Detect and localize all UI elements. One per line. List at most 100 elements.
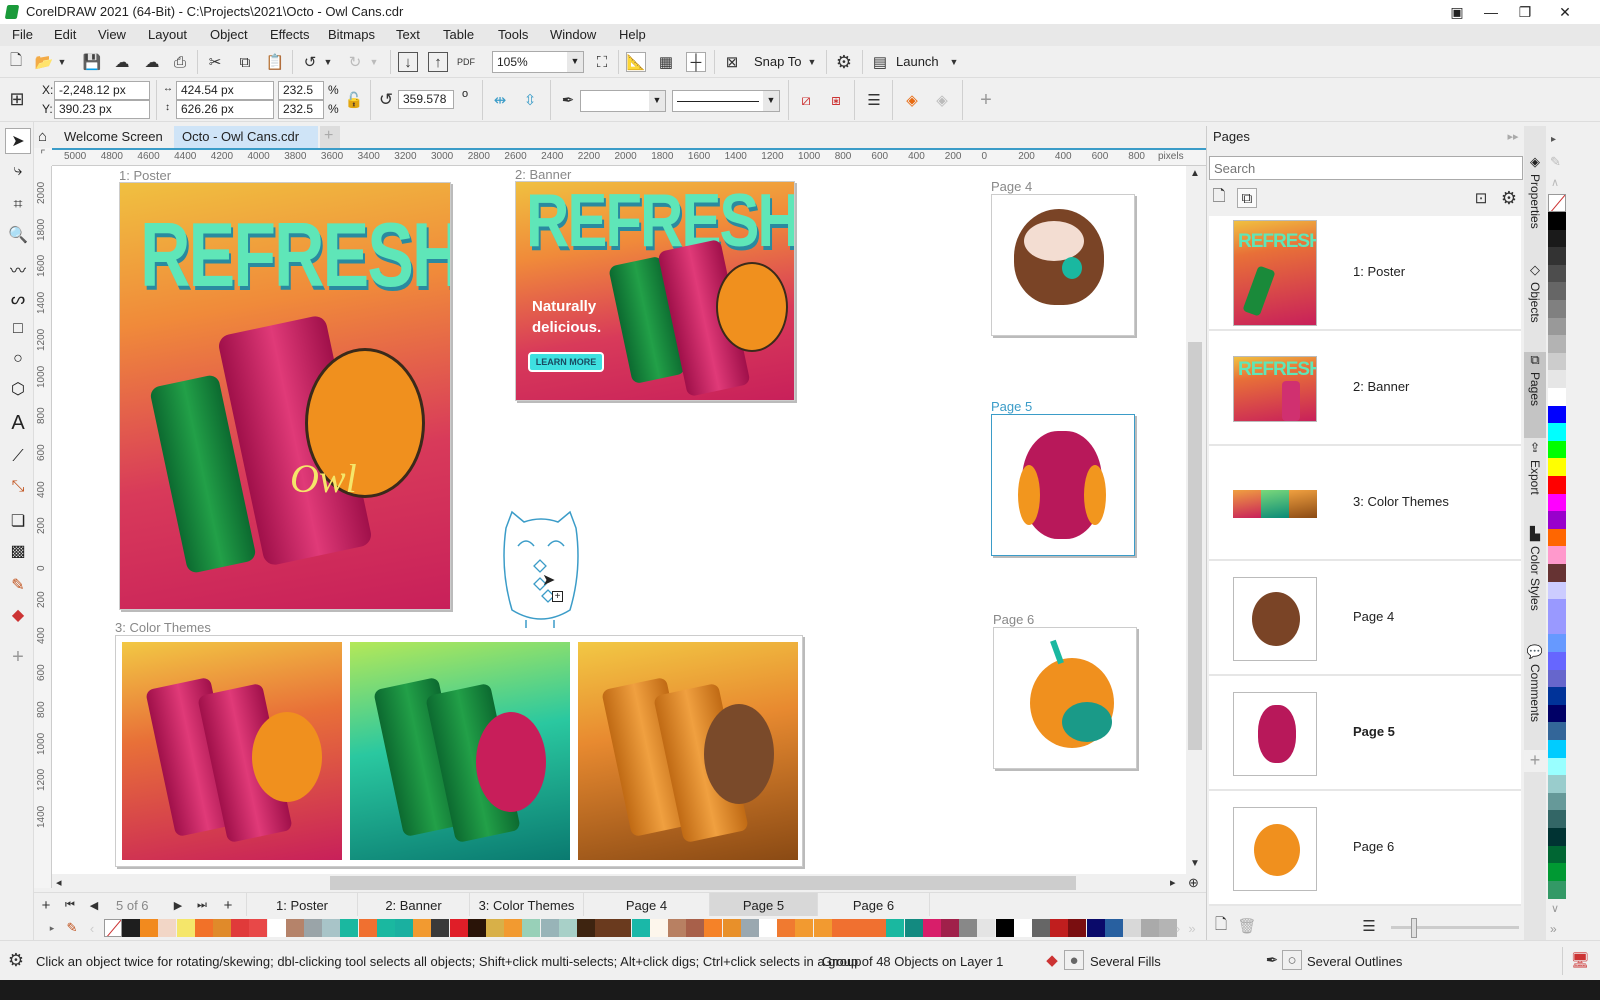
page-tab-page-4[interactable]: Page 4 — [584, 893, 710, 917]
color-swatch[interactable] — [1548, 388, 1566, 406]
color-swatch[interactable] — [631, 919, 650, 937]
color-swatch[interactable] — [140, 919, 159, 937]
color-swatch[interactable] — [886, 919, 905, 937]
color-swatch[interactable] — [1141, 919, 1160, 937]
rectangle-tool-icon[interactable]: □ — [5, 316, 31, 342]
color-swatch[interactable] — [1013, 919, 1032, 937]
palette-v-eyedropper-icon[interactable]: ✎ — [1550, 154, 1561, 170]
color-swatch[interactable] — [1548, 264, 1566, 283]
open-dropdown-icon[interactable]: ▼ — [56, 52, 68, 72]
save-icon[interactable]: 💾 — [82, 52, 102, 72]
color-swatch[interactable] — [1548, 440, 1566, 459]
menu-layout[interactable]: Layout — [148, 27, 187, 42]
palette-v-expand-icon[interactable]: ▸ — [1551, 134, 1556, 145]
freehand-tool-icon[interactable]: 〰 — [5, 256, 31, 282]
menu-effects[interactable]: Effects — [270, 27, 310, 42]
menu-table[interactable]: Table — [443, 27, 474, 42]
docker-add-page-icon[interactable]: 🗋 — [1211, 916, 1231, 936]
color-swatch[interactable] — [1548, 564, 1566, 582]
banner-learn-more-button[interactable]: LEARN MORE — [528, 352, 604, 372]
cut-icon[interactable]: ✂ — [205, 52, 225, 72]
line-style-select[interactable]: ▼ — [672, 90, 780, 112]
menu-file[interactable]: File — [12, 27, 33, 42]
scroll-down-icon[interactable]: ▼ — [1190, 858, 1200, 869]
text-wrap-icon[interactable]: ☰ — [864, 90, 884, 110]
snap-to-button[interactable]: Snap To — [754, 54, 801, 69]
page-4[interactable] — [991, 194, 1135, 336]
home-icon[interactable]: ⌂ — [34, 126, 56, 148]
pages-search-input[interactable] — [1209, 156, 1523, 180]
color-swatch[interactable] — [613, 919, 632, 937]
x-position-field[interactable]: -2,248.12 px — [54, 81, 150, 100]
docker-collapse-icon[interactable]: ▸▸ — [1503, 126, 1523, 146]
fill-swatch-icon[interactable]: ● — [1064, 950, 1084, 970]
page-layout-icon[interactable]: ⊡ — [1471, 188, 1491, 208]
color-swatch[interactable] — [467, 919, 486, 937]
outline-width-select[interactable]: ▼ — [580, 90, 666, 112]
color-swatch[interactable] — [941, 919, 959, 937]
horizontal-ruler[interactable]: 5000 4800 4600 4400 4200 4000 3800 3600 3400 3200… — [34, 148, 1206, 166]
color-swatch[interactable] — [831, 919, 850, 937]
color-swatch[interactable] — [1548, 511, 1566, 530]
show-guidelines-icon[interactable]: ┼ — [686, 52, 706, 72]
color-swatch[interactable] — [431, 919, 450, 937]
palette-more-icon[interactable]: » — [1182, 918, 1202, 938]
color-swatch[interactable] — [868, 919, 887, 937]
banner-page[interactable]: REFRESH Naturally delicious. LEARN MORE — [515, 181, 795, 401]
undo-dropdown-icon[interactable]: ▼ — [322, 52, 334, 72]
y-position-field[interactable]: 390.23 px — [54, 100, 150, 119]
color-swatch[interactable] — [1548, 880, 1566, 899]
side-tab-export[interactable]: ⇪ Export — [1524, 440, 1546, 530]
color-swatch[interactable] — [558, 919, 577, 937]
color-swatch[interactable] — [1548, 599, 1566, 618]
eyedropper-tool-icon[interactable]: ✎ — [5, 572, 31, 598]
last-page-icon[interactable]: ⏭ — [192, 895, 212, 915]
horizontal-scroll-thumb[interactable] — [330, 876, 1076, 890]
print-icon[interactable]: ⎙ — [170, 52, 190, 72]
width-field[interactable]: 424.54 px — [176, 81, 274, 100]
export-icon[interactable]: ↑ — [428, 52, 448, 72]
lock-ratio-icon[interactable]: 🔓 — [344, 90, 364, 110]
scroll-left-icon[interactable]: ◂ — [56, 876, 62, 889]
color-swatch[interactable] — [1548, 493, 1566, 512]
shape-tool-icon[interactable]: ⤷ — [5, 158, 31, 184]
palette-scroll-left-icon[interactable]: ‹ — [82, 918, 102, 938]
color-swatch[interactable] — [1548, 669, 1566, 688]
menu-window[interactable]: Window — [550, 27, 596, 42]
color-swatch[interactable] — [1548, 810, 1566, 829]
color-swatch[interactable] — [577, 919, 595, 937]
menu-text[interactable]: Text — [396, 27, 420, 42]
color-swatch[interactable] — [1548, 845, 1566, 864]
line-style-dropdown-icon[interactable]: ▼ — [763, 91, 779, 111]
color-swatch[interactable] — [1548, 300, 1566, 318]
palette-v-more-icon[interactable]: » — [1550, 922, 1557, 936]
launch-app-icon[interactable]: ▤ — [870, 52, 890, 72]
color-swatch[interactable] — [904, 919, 923, 937]
color-swatch[interactable] — [686, 919, 705, 937]
pick-tool-icon[interactable]: ➤ — [5, 128, 31, 154]
color-swatch[interactable] — [1548, 775, 1566, 794]
color-swatch[interactable] — [1548, 792, 1566, 811]
page-5[interactable] — [991, 414, 1135, 556]
undo-icon[interactable]: ↺ — [300, 52, 320, 72]
transparency-tool-icon[interactable]: ▩ — [5, 538, 31, 564]
snap-off-icon[interactable]: ⊠ — [722, 52, 742, 72]
color-swatch[interactable] — [285, 919, 304, 937]
color-swatch[interactable] — [1548, 352, 1566, 371]
color-swatch[interactable] — [213, 919, 231, 937]
ellipse-tool-icon[interactable]: ○ — [5, 346, 31, 372]
page-row-page-5[interactable]: Page 5 — [1209, 676, 1521, 791]
paste-icon[interactable]: 📋 — [265, 52, 285, 72]
color-swatch[interactable] — [668, 919, 686, 937]
outline-pen-status-icon[interactable]: ✒ — [1262, 950, 1282, 970]
color-swatch[interactable] — [322, 919, 341, 937]
delete-page-icon[interactable]: 🗑 — [1237, 916, 1257, 936]
thumbnail-size-slider-handle[interactable] — [1411, 918, 1417, 938]
fill-icon[interactable]: ◆ — [1042, 950, 1062, 970]
color-swatch[interactable] — [1548, 247, 1566, 266]
color-swatch[interactable] — [722, 919, 741, 937]
connector-tool-icon[interactable]: ⤡ — [5, 474, 31, 500]
previous-page-icon[interactable]: ◀ — [84, 895, 104, 915]
color-themes-page[interactable] — [115, 635, 803, 867]
no-color-swatch[interactable] — [1548, 194, 1566, 212]
